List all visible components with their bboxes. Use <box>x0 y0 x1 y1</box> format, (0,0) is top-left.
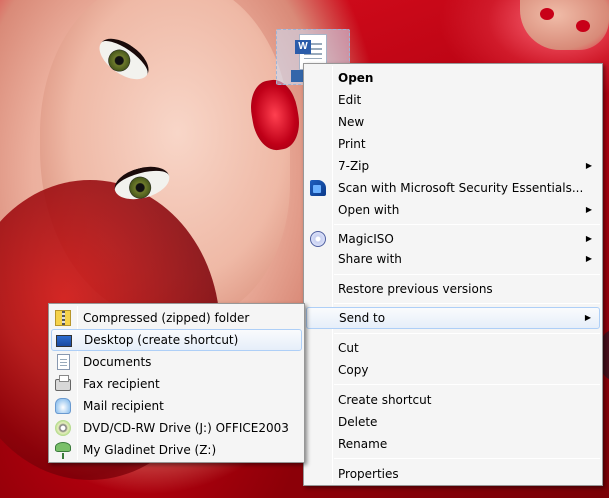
send-to-fax-recipient[interactable]: Fax recipient <box>51 373 302 395</box>
menu-item-magiciso[interactable]: MagicISO ▶ <box>306 228 600 250</box>
menu-item-properties[interactable]: Properties <box>306 463 600 485</box>
menu-item-restore-previous-versions[interactable]: Restore previous versions <box>306 278 600 300</box>
send-to-submenu: Compressed (zipped) folder Desktop (crea… <box>48 303 305 463</box>
menu-item-label: Send to <box>339 311 386 325</box>
menu-item-label: Documents <box>83 355 152 369</box>
menu-separator <box>334 458 600 459</box>
menu-item-label: New <box>338 115 365 129</box>
menu-item-open[interactable]: Open <box>306 67 600 89</box>
menu-item-scan-mse[interactable]: Scan with Microsoft Security Essentials.… <box>306 177 600 199</box>
menu-item-copy[interactable]: Copy <box>306 359 600 381</box>
menu-item-label: Mail recipient <box>83 399 164 413</box>
menu-item-label: Share with <box>338 252 402 266</box>
desktop-icon <box>56 335 72 347</box>
menu-item-new[interactable]: New <box>306 111 600 133</box>
menu-separator <box>334 333 600 334</box>
menu-item-edit[interactable]: Edit <box>306 89 600 111</box>
wallpaper-hand <box>520 0 609 50</box>
menu-item-send-to[interactable]: Send to ▶ <box>306 307 600 329</box>
security-essentials-icon <box>310 180 326 196</box>
menu-item-label: Open <box>338 71 374 85</box>
zip-folder-icon <box>55 310 71 326</box>
menu-item-label: My Gladinet Drive (Z:) <box>83 443 217 457</box>
menu-item-label: Desktop (create shortcut) <box>84 333 239 347</box>
send-to-gladinet-drive[interactable]: My Gladinet Drive (Z:) <box>51 439 302 461</box>
menu-item-label: Open with <box>338 203 400 217</box>
menu-item-label: Cut <box>338 341 359 355</box>
submenu-arrow-icon: ▶ <box>585 254 592 263</box>
menu-item-cut[interactable]: Cut <box>306 337 600 359</box>
menu-item-label: Rename <box>338 437 388 451</box>
documents-icon <box>57 354 70 370</box>
menu-item-label: 7-Zip <box>338 159 370 173</box>
fax-icon <box>55 375 71 391</box>
menu-item-label: Compressed (zipped) folder <box>83 311 250 325</box>
menu-item-delete[interactable]: Delete <box>306 411 600 433</box>
mail-icon <box>55 398 71 414</box>
menu-item-open-with[interactable]: Open with ▶ <box>306 199 600 221</box>
submenu-arrow-icon: ▶ <box>585 234 592 243</box>
magiciso-icon <box>310 231 326 247</box>
menu-item-label: Delete <box>338 415 378 429</box>
context-menu: Open Edit New Print 7-Zip ▶ Scan with Mic… <box>303 63 603 486</box>
send-to-mail-recipient[interactable]: Mail recipient <box>51 395 302 417</box>
menu-item-share-with[interactable]: Share with ▶ <box>306 248 600 270</box>
menu-item-print[interactable]: Print <box>306 133 600 155</box>
menu-item-label: DVD/CD-RW Drive (J:) OFFICE2003 <box>83 421 289 435</box>
menu-item-label: Edit <box>338 93 362 107</box>
menu-item-label: Fax recipient <box>83 377 160 391</box>
menu-item-label: Create shortcut <box>338 393 432 407</box>
dvd-drive-icon <box>55 420 71 436</box>
word-logo: W <box>295 40 311 54</box>
menu-item-rename[interactable]: Rename <box>306 433 600 455</box>
menu-separator <box>334 274 600 275</box>
wallpaper-nail <box>540 8 554 20</box>
submenu-arrow-icon: ▶ <box>585 205 592 214</box>
send-to-documents[interactable]: Documents <box>51 351 302 373</box>
network-drive-icon <box>55 442 71 459</box>
submenu-arrow-icon: ▶ <box>585 161 592 170</box>
send-to-desktop-shortcut[interactable]: Desktop (create shortcut) <box>51 329 302 351</box>
submenu-arrow-icon: ▶ <box>584 313 591 322</box>
menu-item-label: MagicISO <box>338 232 394 246</box>
menu-item-label: Restore previous versions <box>338 282 493 296</box>
send-to-compressed-folder[interactable]: Compressed (zipped) folder <box>51 307 302 329</box>
menu-item-7zip[interactable]: 7-Zip ▶ <box>306 155 600 177</box>
menu-separator <box>334 303 600 304</box>
menu-item-label: Print <box>338 137 366 151</box>
menu-item-create-shortcut[interactable]: Create shortcut <box>306 389 600 411</box>
menu-separator <box>334 224 600 225</box>
menu-item-label: Properties <box>338 467 399 481</box>
menu-item-label: Scan with Microsoft Security Essentials.… <box>338 181 584 195</box>
send-to-dvd-drive[interactable]: DVD/CD-RW Drive (J:) OFFICE2003 <box>51 417 302 439</box>
wallpaper-nail <box>576 20 590 32</box>
menu-separator <box>334 384 600 385</box>
menu-item-label: Copy <box>338 363 369 377</box>
